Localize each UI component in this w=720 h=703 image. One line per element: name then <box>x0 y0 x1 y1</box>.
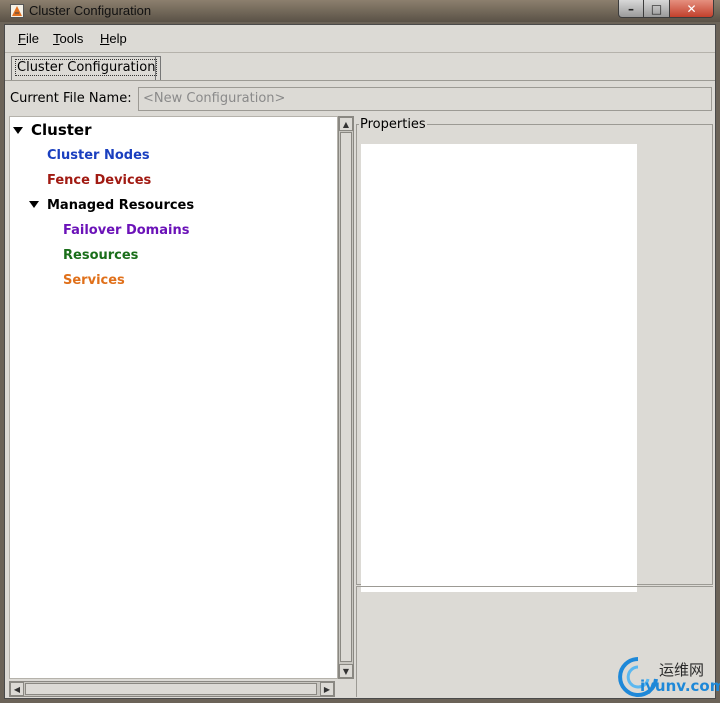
minimize-button[interactable]: – <box>618 0 644 18</box>
scroll-left-arrow-icon[interactable]: ◀ <box>10 682 24 696</box>
expand-managed-resources-icon[interactable] <box>29 201 39 208</box>
tab-divider <box>155 56 156 80</box>
horizontal-scroll-thumb[interactable] <box>25 683 317 695</box>
file-name-field[interactable]: <New Configuration> <box>138 87 712 111</box>
tree-node-cluster[interactable]: Cluster <box>31 121 92 139</box>
tab-label: Cluster Configuration <box>15 59 158 76</box>
tree-node-resources[interactable]: Resources <box>63 248 138 263</box>
tree-vertical-scrollbar[interactable]: ▲ ▼ <box>338 116 354 679</box>
tab-bar: Cluster Configuration <box>5 53 715 81</box>
config-tree[interactable]: Cluster Cluster Nodes Fence Devices Mana… <box>9 116 338 679</box>
window-title: Cluster Configuration <box>29 3 152 18</box>
properties-pane: Properties <box>354 116 715 697</box>
window-controls: – □ ✕ <box>618 0 714 18</box>
properties-label: Properties <box>359 117 427 132</box>
tree-node-fence-devices[interactable]: Fence Devices <box>47 173 151 188</box>
app-icon <box>10 4 24 18</box>
menu-file[interactable]: File <box>18 31 39 46</box>
maximize-button[interactable]: □ <box>644 0 670 18</box>
scroll-down-arrow-icon[interactable]: ▼ <box>339 664 353 678</box>
menu-help[interactable]: Help <box>100 31 127 46</box>
window-titlebar[interactable]: Cluster Configuration – □ ✕ <box>0 0 720 22</box>
menu-tools[interactable]: Tools <box>53 31 83 46</box>
menu-help-rest: elp <box>109 31 127 46</box>
close-button[interactable]: ✕ <box>670 0 714 18</box>
tree-node-managed-resources[interactable]: Managed Resources <box>47 198 194 213</box>
tree-node-cluster-nodes[interactable]: Cluster Nodes <box>47 148 150 163</box>
menu-help-accel: H <box>100 31 110 46</box>
vertical-scroll-thumb[interactable] <box>340 132 352 662</box>
tree-horizontal-scrollbar[interactable]: ◀ ▶ <box>9 681 335 697</box>
expand-cluster-icon[interactable] <box>13 127 23 134</box>
file-name-label: Current File Name: <box>10 91 132 106</box>
menu-tools-rest: ools <box>59 31 84 46</box>
tab-cluster-configuration[interactable]: Cluster Configuration <box>11 56 162 80</box>
file-name-row: Current File Name: <New Configuration> <box>5 85 715 113</box>
properties-content <box>361 144 637 592</box>
menu-file-rest: ile <box>25 31 39 46</box>
watermark-site: iyunv.com <box>640 677 720 695</box>
watermark-logo: 运维网 iyunv.com <box>616 655 720 699</box>
scroll-up-arrow-icon[interactable]: ▲ <box>339 117 353 131</box>
menu-file-accel: F <box>18 31 26 46</box>
properties-frame <box>356 124 713 592</box>
menubar: File Tools Help <box>5 25 715 53</box>
scroll-right-arrow-icon[interactable]: ▶ <box>320 682 334 696</box>
tree-node-services[interactable]: Services <box>63 273 125 288</box>
tree-node-failover-domains[interactable]: Failover Domains <box>63 223 189 238</box>
app-client-area: File Tools Help Cluster Configuration Cu… <box>4 24 716 699</box>
